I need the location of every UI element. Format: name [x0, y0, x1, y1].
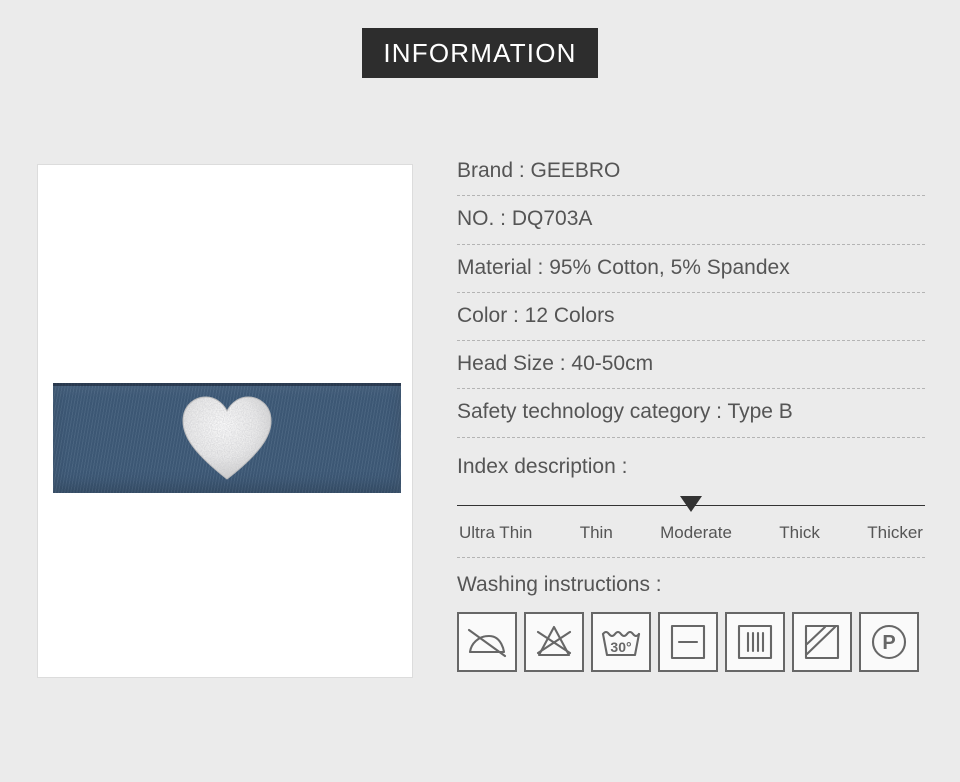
spec-row-material: Material : 95% Cotton, 5% Spandex: [457, 245, 925, 293]
care-symbol-drip-dry: [725, 612, 785, 672]
product-headband-image: [53, 383, 401, 493]
care-symbol-dry-clean-petroleum: P: [859, 612, 919, 672]
spec-material-text: Material : 95% Cotton, 5% Spandex: [457, 255, 790, 279]
care-symbol-dry-flat: [658, 612, 718, 672]
care-symbol-dry-in-shade: [792, 612, 852, 672]
heart-icon: [182, 396, 272, 480]
spec-safety-category-text: Safety technology category : Type B: [457, 400, 793, 424]
machine-wash-30-icon: 30°: [601, 630, 641, 657]
spec-number-text: NO. : DQ703A: [457, 207, 593, 231]
washing-instructions-title: Washing instructions :: [457, 572, 662, 596]
do-not-bleach-icon: [536, 625, 572, 657]
spec-row-color: Color : 12 Colors: [457, 293, 925, 341]
dry-clean-petroleum-icon: P: [871, 624, 907, 660]
dry-in-shade-icon: [804, 624, 840, 660]
thickness-label-moderate: Moderate: [660, 522, 732, 542]
thickness-label-thick: Thick: [779, 522, 820, 542]
thickness-scale-marker: [680, 495, 702, 512]
product-image-frame[interactable]: [37, 164, 413, 678]
do-not-iron-icon: [467, 628, 507, 658]
svg-text:P: P: [882, 632, 895, 654]
spec-color-text: Color : 12 Colors: [457, 303, 615, 327]
drip-dry-icon: [737, 624, 773, 660]
product-information-panel: Brand : GEEBRO NO. : DQ703A Material : 9…: [457, 152, 925, 672]
spec-head-size-text: Head Size : 40-50cm: [457, 352, 654, 375]
spec-row-safety-category: Safety technology category : Type B: [457, 389, 925, 438]
page-title: INFORMATION: [383, 38, 577, 68]
spec-brand-text: Brand : GEEBRO: [457, 159, 621, 182]
svg-text:30°: 30°: [610, 639, 631, 655]
thickness-scale-labels: Ultra Thin Thin Moderate Thick Thicker: [457, 523, 925, 543]
information-header-bar: INFORMATION: [362, 28, 598, 78]
index-description-block: Index description : Ultra Thin Thin Mode…: [457, 438, 925, 558]
care-symbol-list: 30° P: [457, 612, 925, 672]
glitter-heart-decoration: [181, 394, 273, 482]
spec-row-head-size: Head Size : 40-50cm: [457, 341, 925, 390]
spec-row-number: NO. : DQ703A: [457, 196, 925, 245]
dry-flat-icon: [670, 624, 706, 660]
care-symbol-machine-wash-30: 30°: [591, 612, 651, 672]
care-symbol-do-not-iron: [457, 612, 517, 672]
washing-instructions-block: Washing instructions : 30° P: [457, 558, 925, 672]
thickness-scale: [457, 495, 925, 514]
thickness-label-thicker: Thicker: [867, 522, 923, 542]
index-description-title: Index description :: [457, 454, 628, 478]
care-symbol-do-not-bleach: [524, 612, 584, 672]
thickness-label-ultra-thin: Ultra Thin: [459, 522, 533, 542]
thickness-label-thin: Thin: [579, 522, 613, 542]
spec-row-brand: Brand : GEEBRO: [457, 152, 925, 197]
